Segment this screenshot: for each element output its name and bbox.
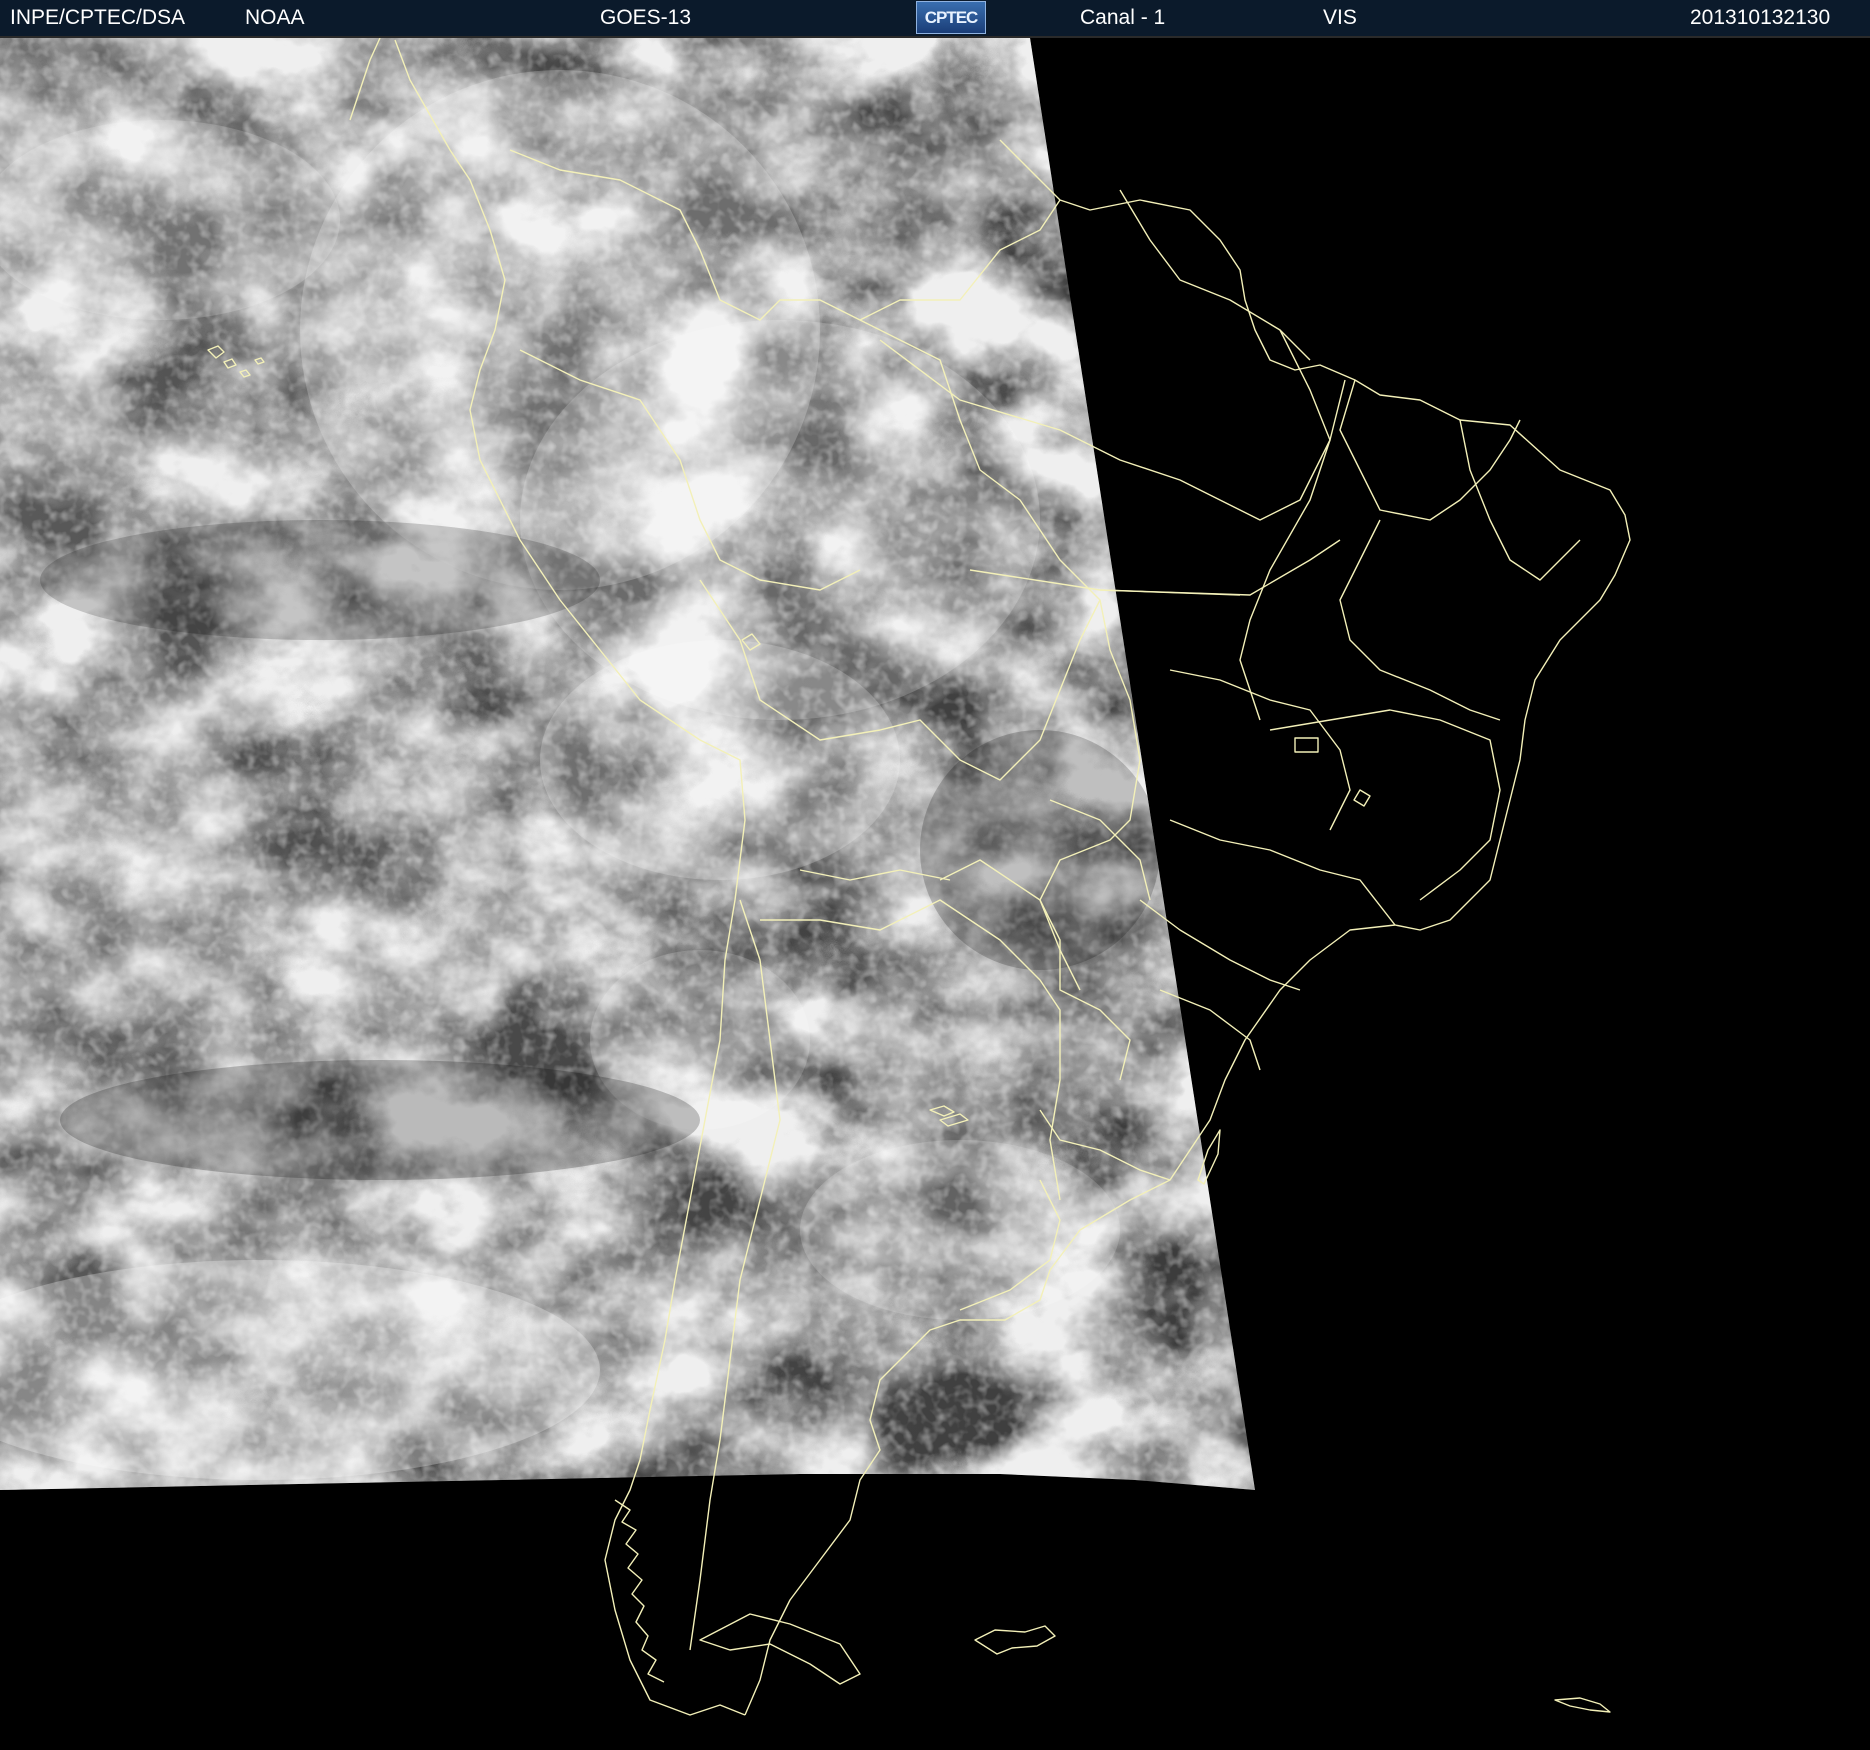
cptec-logo: CPTEC	[916, 1, 986, 34]
satellite-map	[0, 38, 1870, 1750]
agency-label: INPE/CPTEC/DSA	[10, 6, 186, 29]
channel-label: Canal - 1	[1080, 6, 1166, 29]
band-label: VIS	[1323, 6, 1357, 29]
image-header-bar: INPE/CPTEC/DSA NOAA GOES-13 CPTEC Canal …	[0, 0, 1870, 36]
cptec-logo-text: CPTEC	[924, 7, 979, 27]
satellite-label: GOES-13	[600, 6, 692, 29]
partner-label: NOAA	[245, 6, 305, 29]
timestamp-label: 201310132130	[1690, 6, 1831, 29]
